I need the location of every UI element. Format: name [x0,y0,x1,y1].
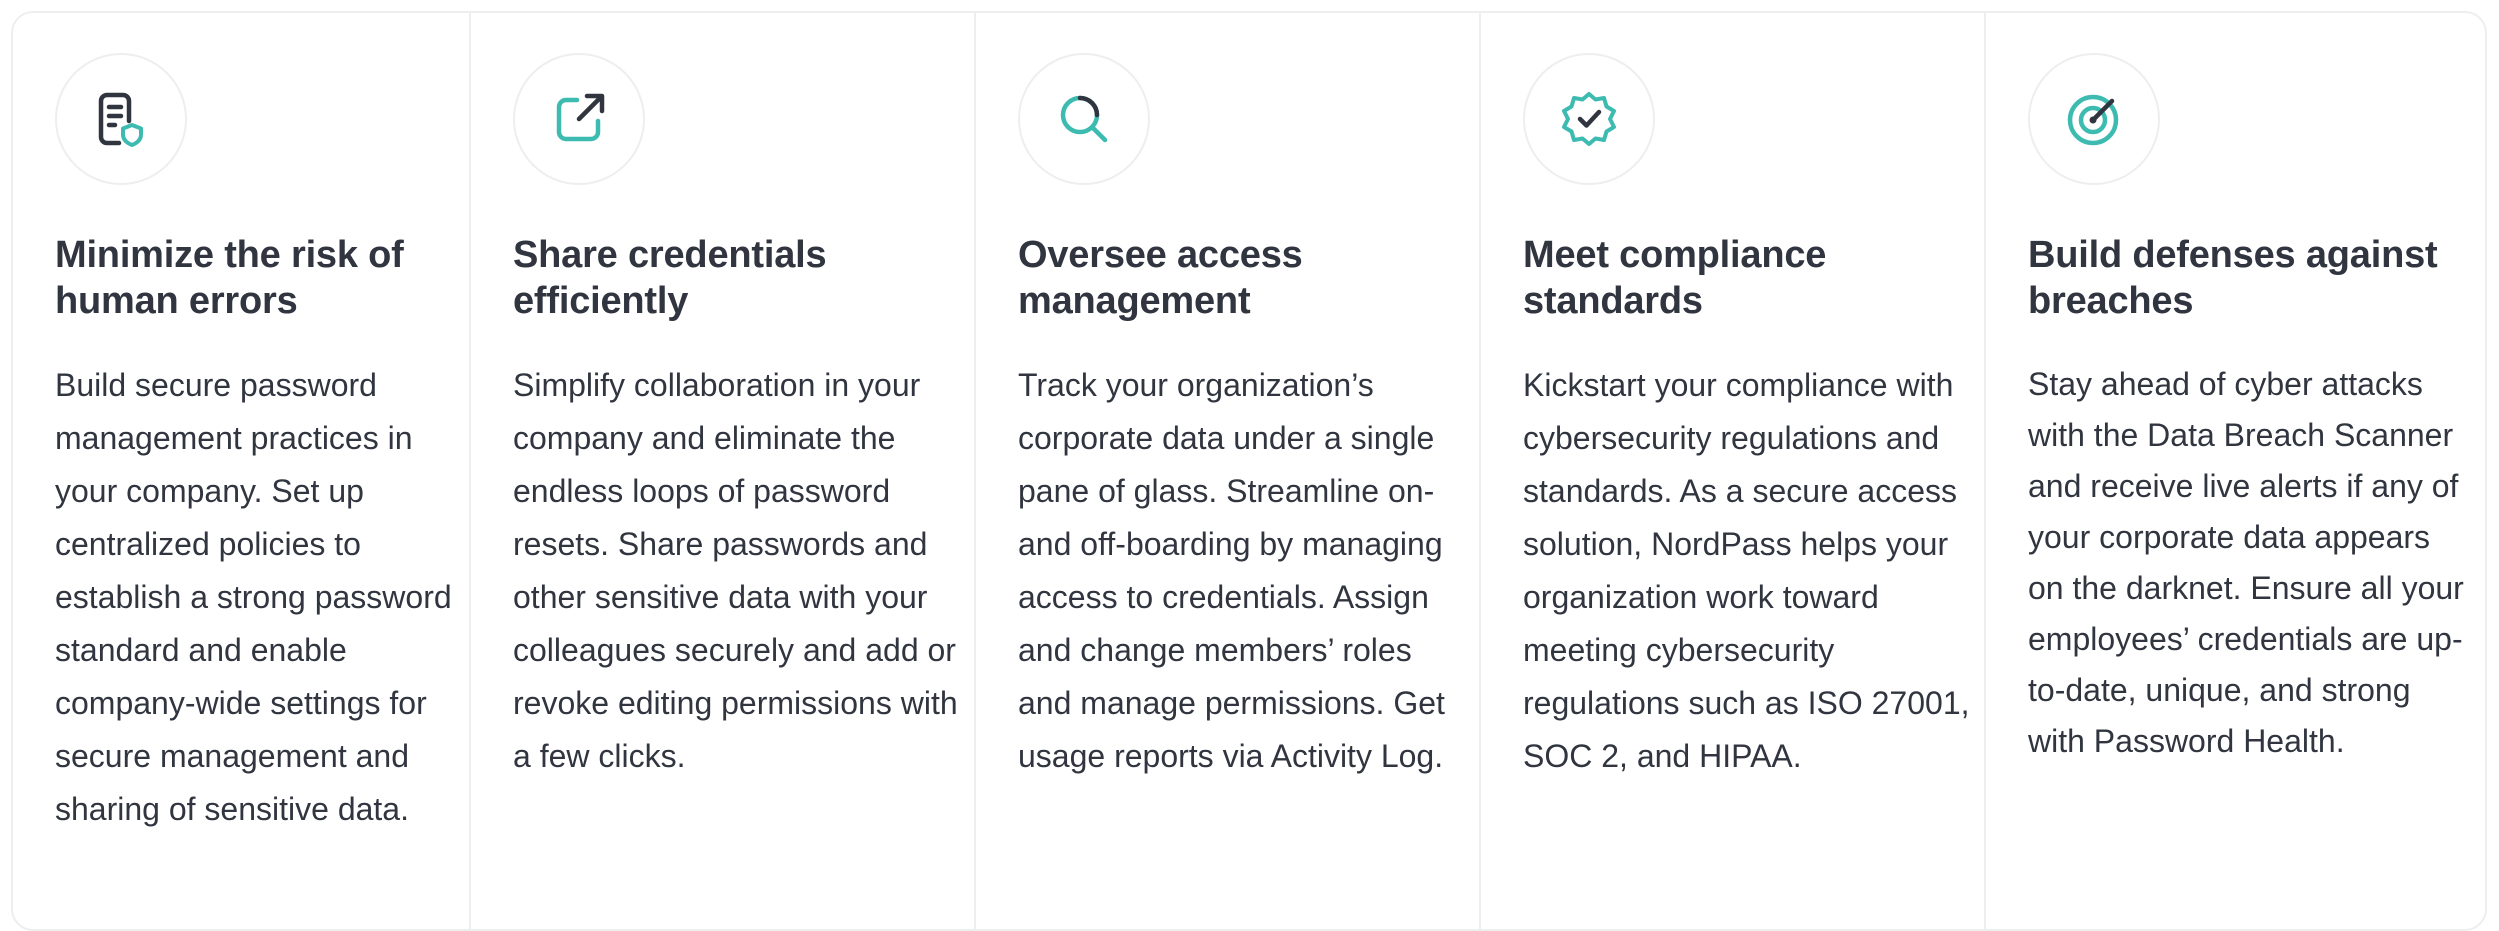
feature-title: Share credentials efficiently [513,234,827,322]
target-icon [2067,94,2119,146]
feature-card-access-management: Oversee access management Track your org… [976,13,1481,929]
feature-card-human-errors: Minimize the risk of human errors Build … [13,13,471,929]
feature-description: Simplify collaboration in your company a… [513,367,958,774]
verified-badge-icon [1562,92,1616,146]
feature-description: Track your organization’s corporate data… [1018,367,1445,774]
feature-card-share-credentials: Share credentials efficiently Simplify c… [471,13,976,929]
feature-description: Kickstart your compliance with cybersecu… [1523,367,1970,774]
feature-title: Minimize the risk of human errors [55,234,404,322]
features-grid: Minimize the risk of human errors Build … [11,11,2487,931]
icon-circle [2028,53,2160,185]
icon-circle [1523,53,1655,185]
search-magnifier-icon [1060,95,1108,143]
feature-title: Oversee access management [1018,234,1303,322]
external-share-icon [556,93,605,142]
feature-title: Build defenses against breaches [2028,234,2438,322]
document-shield-icon [98,92,143,147]
feature-description: Stay ahead of cyber attacks with the Dat… [2028,366,2464,759]
feature-card-breaches: Build defenses against breaches Stay ahe… [1986,13,2485,929]
feature-title: Meet compliance standards [1523,234,1827,322]
icon-circle [55,53,187,185]
icon-circle [1018,53,1150,185]
feature-card-compliance: Meet compliance standards Kickstart your… [1481,13,1986,929]
feature-description: Build secure password management practic… [55,367,452,827]
icon-circle [513,53,645,185]
